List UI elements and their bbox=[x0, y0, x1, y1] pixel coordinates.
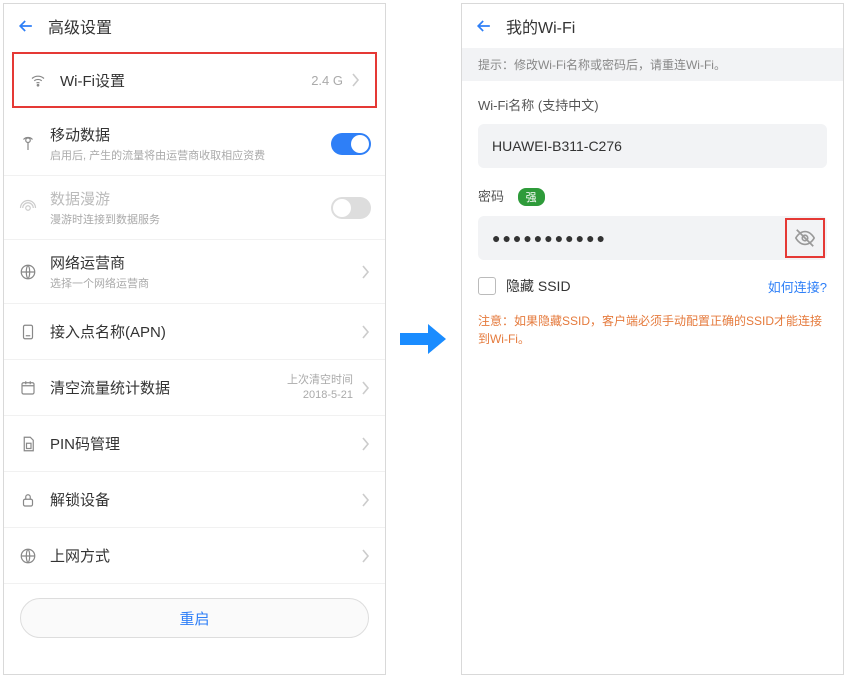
row-traffic-label: 清空流量统计数据 bbox=[50, 377, 275, 398]
right-screen: 我的Wi-Fi 提示：修改Wi-Fi名称或密码后，请重连Wi-Fi。 Wi-Fi… bbox=[461, 3, 844, 675]
row-wifi-value: 2.4 G bbox=[311, 73, 343, 88]
toggle-roaming[interactable] bbox=[331, 197, 371, 219]
device-icon bbox=[18, 323, 38, 341]
row-net-mode[interactable]: 上网方式 bbox=[4, 528, 385, 584]
row-roaming-sub: 漫游时连接到数据服务 bbox=[50, 211, 319, 227]
reboot-button[interactable]: 重启 bbox=[20, 598, 369, 638]
row-pin[interactable]: PIN码管理 bbox=[4, 416, 385, 472]
arrow-right-icon bbox=[400, 324, 446, 354]
row-apn[interactable]: 接入点名称(APN) bbox=[4, 304, 385, 360]
row-traffic-value: 上次清空时间 2018-5-21 bbox=[287, 373, 353, 402]
row-pin-label: PIN码管理 bbox=[50, 433, 349, 454]
row-roaming[interactable]: 数据漫游 漫游时连接到数据服务 bbox=[4, 176, 385, 240]
how-connect-link[interactable]: 如何连接? bbox=[768, 277, 827, 296]
right-title: 我的Wi-Fi bbox=[506, 14, 575, 38]
chevron-right-icon bbox=[361, 381, 371, 395]
calendar-icon bbox=[18, 379, 38, 397]
password-input[interactable] bbox=[478, 216, 827, 260]
row-wifi-settings[interactable]: Wi-Fi设置 2.4 G bbox=[12, 52, 377, 108]
toggle-mobile-data[interactable] bbox=[331, 133, 371, 155]
row-carrier-sub: 选择一个网络运营商 bbox=[50, 275, 349, 291]
globe-icon bbox=[18, 263, 38, 281]
hide-ssid-checkbox[interactable] bbox=[478, 277, 496, 295]
row-roaming-label: 数据漫游 bbox=[50, 188, 319, 209]
lock-icon bbox=[18, 491, 38, 509]
wifi-icon bbox=[28, 71, 48, 89]
row-apn-label: 接入点名称(APN) bbox=[50, 321, 349, 342]
row-carrier-label: 网络运营商 bbox=[50, 252, 349, 273]
hint-bar: 提示：修改Wi-Fi名称或密码后，请重连Wi-Fi。 bbox=[462, 48, 843, 81]
row-wifi-label: Wi-Fi设置 bbox=[60, 70, 299, 91]
ssid-warning: 注意：如果隐藏SSID，客户端必须手动配置正确的SSID才能连接到Wi-Fi。 bbox=[462, 308, 843, 352]
row-mobile-data-sub: 启用后, 产生的流量将由运营商收取相应资费 bbox=[50, 147, 319, 163]
right-header: 我的Wi-Fi bbox=[462, 4, 843, 48]
row-unlock-label: 解锁设备 bbox=[50, 489, 349, 510]
strength-badge: 强 bbox=[518, 188, 545, 206]
transition-arrow bbox=[396, 3, 451, 675]
left-screen: 高级设置 Wi-Fi设置 2.4 G 移动数据 启用后, 产生的流量将由运营商收… bbox=[3, 3, 386, 675]
left-title: 高级设置 bbox=[48, 14, 112, 38]
row-carrier[interactable]: 网络运营商 选择一个网络运营商 bbox=[4, 240, 385, 304]
left-header: 高级设置 bbox=[4, 4, 385, 48]
row-net-mode-label: 上网方式 bbox=[50, 545, 349, 566]
row-traffic[interactable]: 清空流量统计数据 上次清空时间 2018-5-21 bbox=[4, 360, 385, 416]
wifi-name-label: Wi-Fi名称 (支持中文) bbox=[478, 95, 827, 114]
chevron-right-icon bbox=[361, 265, 371, 279]
hide-ssid-label: 隐藏 SSID bbox=[506, 276, 758, 296]
sim-icon bbox=[18, 435, 38, 453]
toggle-password-visibility[interactable] bbox=[785, 218, 825, 258]
chevron-right-icon bbox=[351, 73, 361, 87]
wifi-name-input[interactable] bbox=[478, 124, 827, 168]
chevron-right-icon bbox=[361, 325, 371, 339]
eye-off-icon bbox=[794, 227, 816, 249]
chevron-right-icon bbox=[361, 437, 371, 451]
back-icon[interactable] bbox=[474, 16, 494, 36]
signal-icon bbox=[18, 199, 38, 217]
chevron-right-icon bbox=[361, 549, 371, 563]
antenna-icon bbox=[18, 135, 38, 153]
password-label: 密码 强 bbox=[478, 186, 827, 206]
globe-icon bbox=[18, 547, 38, 565]
chevron-right-icon bbox=[361, 493, 371, 507]
row-unlock[interactable]: 解锁设备 bbox=[4, 472, 385, 528]
hide-ssid-row[interactable]: 隐藏 SSID 如何连接? bbox=[462, 264, 843, 308]
row-mobile-data[interactable]: 移动数据 启用后, 产生的流量将由运营商收取相应资费 bbox=[4, 112, 385, 176]
row-mobile-data-label: 移动数据 bbox=[50, 124, 319, 145]
back-icon[interactable] bbox=[16, 16, 36, 36]
